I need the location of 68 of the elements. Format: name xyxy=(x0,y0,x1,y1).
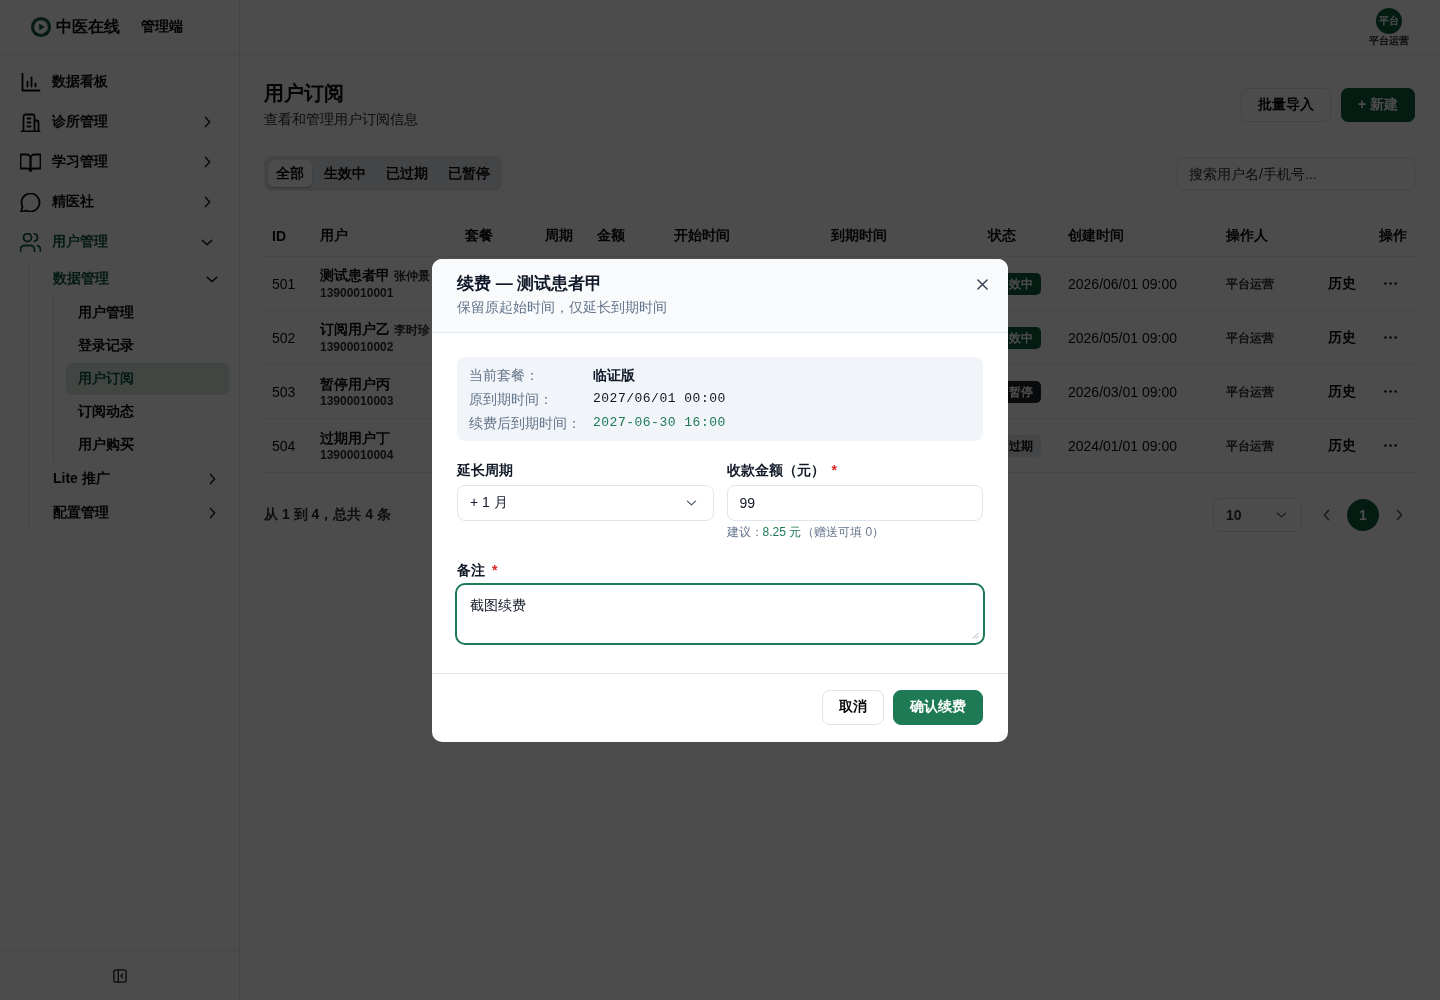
operator-cell: 平台运营 xyxy=(1226,330,1274,345)
id-cell-text: 502 xyxy=(271,329,297,346)
created-time-cell-text: 2026/05/01 09:00 xyxy=(1067,329,1178,346)
operator-cell: 平台运营 xyxy=(1226,438,1274,453)
amount-field[interactable]: 99 xyxy=(726,484,983,521)
user-alias: 李时珍 xyxy=(394,322,430,339)
info-value: 2027-06-30 16:00 xyxy=(593,413,726,432)
history-link[interactable]: 历史 xyxy=(1328,436,1356,455)
app-name: 中医在线 xyxy=(56,16,120,37)
column-header: 状态 xyxy=(986,227,1017,245)
column-header: 操作 xyxy=(1378,227,1408,245)
operator-cell: 平台运营 xyxy=(1226,276,1274,291)
user-name-cell: 暂停用户丙 xyxy=(320,374,390,393)
column-header: 金额 xyxy=(596,227,626,245)
page-title: 用户订阅 xyxy=(264,81,345,106)
note-textarea[interactable]: 截图续费 xyxy=(455,582,985,645)
history-link[interactable]: 历史 xyxy=(1328,328,1356,347)
user-name-cell: 过期用户丁 xyxy=(320,428,390,447)
dialog-subtitle: 保留原起始时间，仅延长到期时间 xyxy=(457,297,667,317)
user-name: 平台运营 xyxy=(1369,34,1409,47)
pagination-summary: 从 1 到 4，总共 4 条 xyxy=(264,506,391,524)
column-header: 到期时间 xyxy=(830,227,888,245)
required-mark: * xyxy=(831,460,837,480)
info-value: 2027/06/01 00:00 xyxy=(593,389,726,408)
dialog-title: 续费 — 测试患者甲 xyxy=(457,272,604,295)
required-mark: * xyxy=(492,560,498,580)
user-name-cell: 订阅用户乙 xyxy=(320,320,390,338)
column-header: 套餐 xyxy=(464,227,494,245)
user-phone: 13900010002 xyxy=(320,339,394,355)
column-header: 周期 xyxy=(544,227,574,245)
field-label: 收款金额（元） xyxy=(726,460,825,480)
field-label: 备注 xyxy=(457,560,485,580)
column-header: 用户 xyxy=(319,227,349,245)
cancel-button[interactable]: 取消 xyxy=(822,689,884,725)
filter-tab[interactable]: 已过期 xyxy=(378,160,436,187)
column-header: ID xyxy=(271,228,287,244)
filter-tab[interactable]: 已暂停 xyxy=(440,160,498,187)
created-time-cell-text: 2024/01/01 09:00 xyxy=(1067,437,1178,454)
info-label: 当前套餐： xyxy=(469,365,539,385)
confirm-button[interactable]: 确认续费 xyxy=(893,689,983,725)
field-label: 延长周期 xyxy=(457,460,513,480)
id-cell-text: 503 xyxy=(271,383,297,400)
info-value: 临证版 xyxy=(593,365,635,385)
column-header: 操作人 xyxy=(1225,227,1269,245)
user-phone: 13900010004 xyxy=(320,446,394,463)
amount-hint: 建议：8.25 元（赠送可填 0） xyxy=(726,523,886,540)
id-cell-text: 501 xyxy=(271,275,297,292)
filter-tab[interactable]: 生效中 xyxy=(316,160,374,187)
history-link[interactable]: 历史 xyxy=(1328,382,1356,401)
created-time-cell-text: 2026/03/01 09:00 xyxy=(1067,383,1178,400)
app-subtitle: 管理端 xyxy=(141,18,183,36)
column-header: 开始时间 xyxy=(673,227,731,245)
user-name-cell: 测试患者甲 xyxy=(320,266,390,284)
user-alias: 张仲景 xyxy=(394,268,430,285)
user-phone: 13900010001 xyxy=(320,285,394,301)
id-cell-text: 504 xyxy=(271,437,297,454)
operator-cell: 平台运营 xyxy=(1226,384,1274,399)
resize-grip-icon[interactable] xyxy=(972,631,979,639)
page-subtitle: 查看和管理用户订阅信息 xyxy=(264,110,418,129)
info-label: 续费后到期时间： xyxy=(469,413,581,433)
period-select[interactable]: + 1 月 xyxy=(457,484,714,521)
info-label: 原到期时间： xyxy=(469,389,553,409)
created-time-cell-text: 2026/06/01 09:00 xyxy=(1067,275,1178,292)
history-link[interactable]: 历史 xyxy=(1328,274,1356,293)
column-header: 创建时间 xyxy=(1067,227,1125,245)
close-icon[interactable] xyxy=(977,278,988,290)
chevron-down-icon xyxy=(685,499,697,506)
user-phone: 13900010003 xyxy=(320,392,394,409)
